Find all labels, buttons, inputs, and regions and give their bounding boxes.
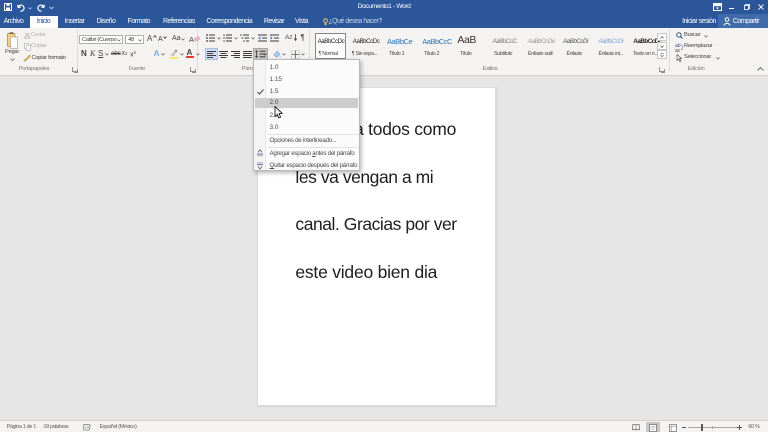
- svg-text:ac: ac: [675, 48, 681, 52]
